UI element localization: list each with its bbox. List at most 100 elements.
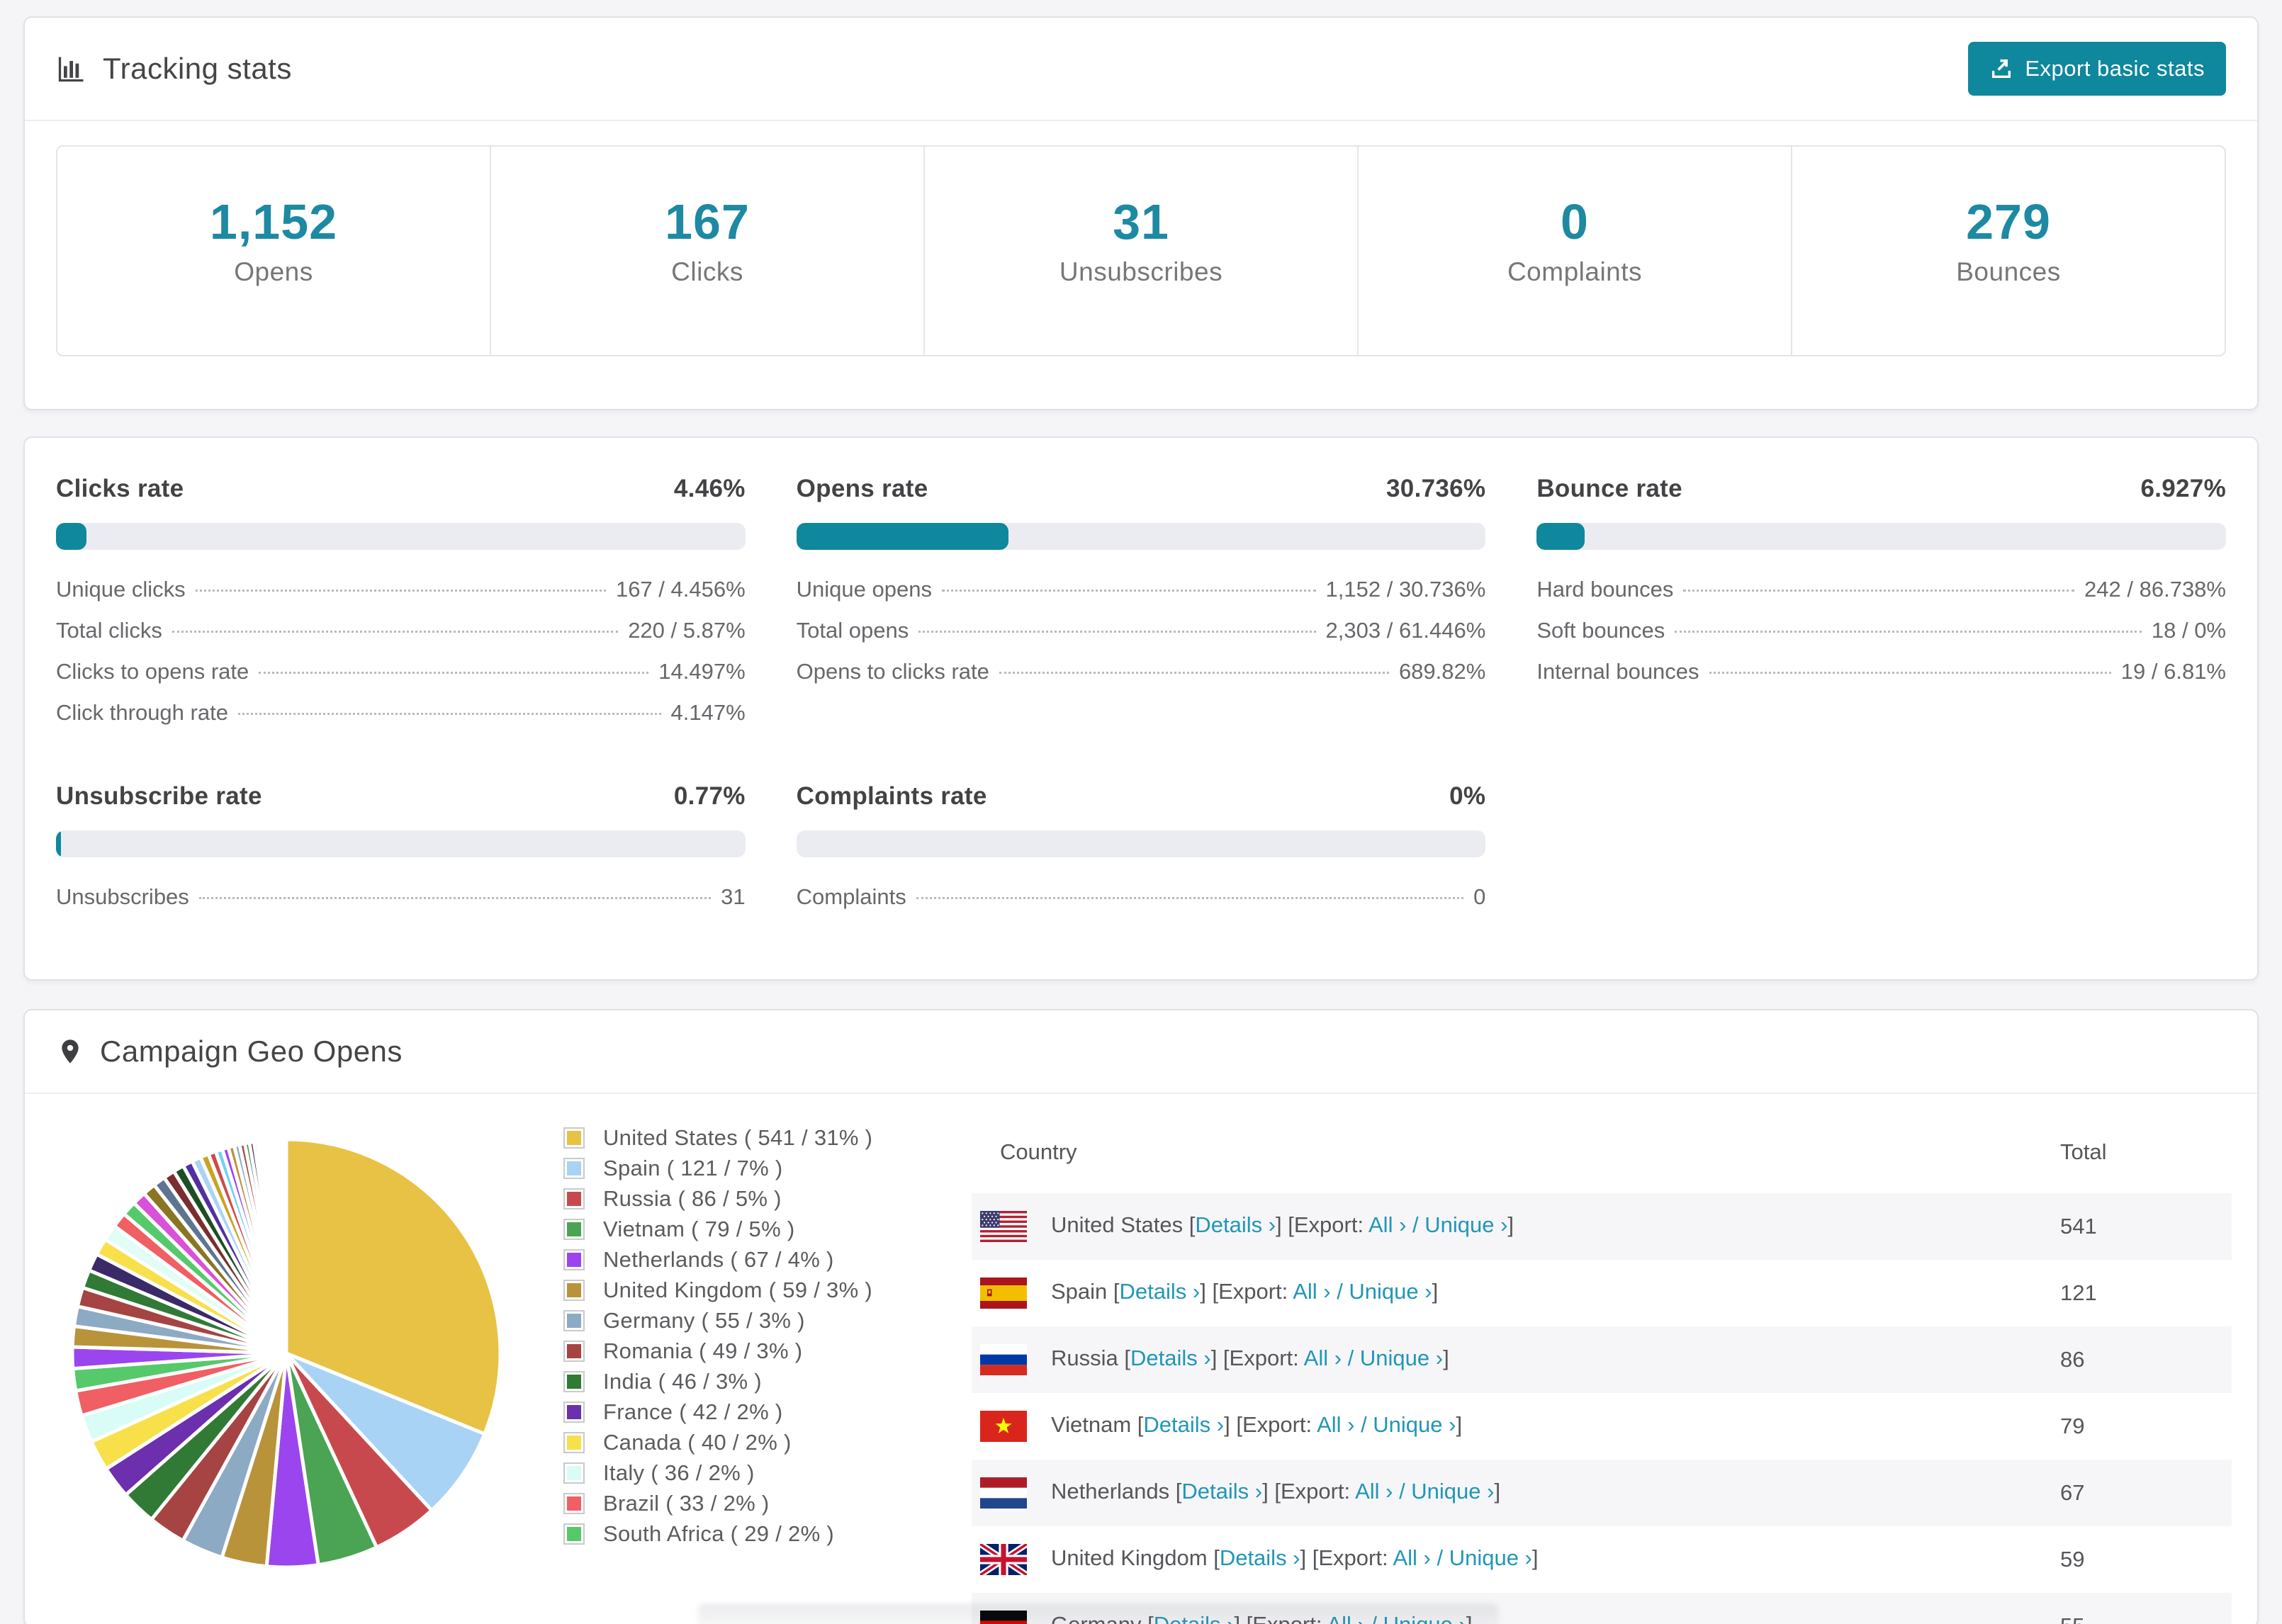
metric-row: Soft bounces 18 / 0% — [1536, 618, 2226, 643]
link-separator: / — [1406, 1212, 1425, 1238]
rate-value: 30.736% — [1386, 475, 1486, 502]
stat-label: Clicks — [671, 257, 743, 286]
export-unique-link[interactable]: Unique › — [1424, 1212, 1507, 1237]
metric-row: Unsubscribes 31 — [56, 884, 746, 909]
details-link[interactable]: Details › — [1181, 1479, 1262, 1504]
bracket: ] — [1531, 1545, 1539, 1571]
rate-section-unsubscribe-rate: Unsubscribe rate 0.77% Unsubscribes 31 — [56, 782, 746, 925]
bracket: ] — [1443, 1346, 1449, 1371]
export-all-link[interactable]: All › — [1304, 1346, 1342, 1370]
progress-bar — [1536, 523, 2226, 550]
link-separator: / — [1430, 1545, 1449, 1571]
export-all-link[interactable]: All › — [1393, 1545, 1430, 1570]
link-separator: / — [1342, 1346, 1360, 1371]
dotted-leader — [1675, 631, 2142, 633]
tracking-stats-title: Tracking stats — [103, 52, 292, 85]
legend-item-india[interactable]: India ( 46 / 3% ) — [563, 1366, 932, 1397]
legend-item-vietnam[interactable]: Vietnam ( 79 / 5% ) — [563, 1214, 932, 1244]
dotted-leader — [941, 590, 1316, 592]
rate-title: Unsubscribe rate — [56, 782, 262, 810]
legend-item-germany[interactable]: Germany ( 55 / 3% ) — [563, 1305, 932, 1336]
legend-item-south-africa[interactable]: South Africa ( 29 / 2% ) — [563, 1518, 932, 1549]
dotted-leader — [999, 672, 1389, 674]
export-prefix: ] [Export: — [1276, 1212, 1368, 1238]
export-unique-link[interactable]: Unique › — [1360, 1346, 1443, 1370]
dotted-leader — [1683, 590, 2075, 592]
legend-item-spain[interactable]: Spain ( 121 / 7% ) — [563, 1153, 932, 1183]
metric-row: Click through rate 4.147% — [56, 700, 746, 725]
dotted-leader — [918, 631, 1316, 633]
flag-us-icon — [980, 1211, 1027, 1242]
legend-label: France ( 42 / 2% ) — [603, 1399, 783, 1424]
bracket: [ — [1113, 1279, 1120, 1304]
geo-table-header-total: Total — [2060, 1139, 2107, 1164]
geo-table: Country Total United States [Details ›] … — [972, 1114, 2232, 1624]
details-link[interactable]: Details › — [1143, 1412, 1224, 1437]
link-separator: / — [1393, 1479, 1412, 1504]
export-all-link[interactable]: All › — [1355, 1479, 1393, 1504]
rates-grid: Clicks rate 4.46% Unique clicks 167 / 4.456… — [56, 475, 2226, 925]
export-icon — [1992, 59, 2011, 79]
legend-item-united-states[interactable]: United States ( 541 / 31% ) — [563, 1122, 932, 1153]
legend-item-canada[interactable]: Canada ( 40 / 2% ) — [563, 1427, 932, 1457]
legend-label: Romania ( 49 / 3% ) — [603, 1338, 803, 1363]
export-unique-link[interactable]: Unique › — [1373, 1412, 1456, 1437]
legend-item-romania[interactable]: Romania ( 49 / 3% ) — [563, 1336, 932, 1366]
legend-label: Netherlands ( 67 / 4% ) — [603, 1246, 834, 1272]
metric-row: Total clicks 220 / 5.87% — [56, 618, 746, 643]
country-total: 55 — [2055, 1593, 2232, 1624]
legend-item-italy[interactable]: Italy ( 36 / 2% ) — [563, 1457, 932, 1488]
dotted-leader — [172, 631, 619, 633]
dotted-leader — [916, 897, 1464, 899]
bottom-shadow — [698, 1603, 1499, 1624]
export-basic-stats-label: Export basic stats — [2025, 56, 2205, 81]
legend-label: South Africa ( 29 / 2% ) — [603, 1521, 834, 1546]
legend-label: Canada ( 40 / 2% ) — [603, 1429, 792, 1455]
stats-row: 1,152 Opens 167 Clicks 31 Unsubscribes 0 Compla… — [56, 145, 2226, 356]
geo-row-netherlands: Netherlands [Details ›] [Export: All › /… — [972, 1460, 2232, 1526]
details-link[interactable]: Details › — [1195, 1212, 1276, 1237]
stat-label: Opens — [234, 257, 313, 286]
details-link[interactable]: Details › — [1120, 1279, 1201, 1304]
rate-value: 4.46% — [673, 475, 746, 502]
stat-label: Unsubscribes — [1059, 257, 1223, 286]
dotted-leader — [259, 672, 649, 674]
rates-panel: Clicks rate 4.46% Unique clicks 167 / 4.456… — [23, 436, 2259, 981]
legend-swatch — [563, 1370, 585, 1392]
export-unique-link[interactable]: Unique › — [1349, 1279, 1432, 1304]
export-all-link[interactable]: All › — [1368, 1212, 1406, 1237]
bracket: ] — [1456, 1412, 1463, 1438]
details-link[interactable]: Details › — [1130, 1346, 1211, 1370]
export-unique-link[interactable]: Unique › — [1411, 1479, 1494, 1504]
rate-value: 0% — [1449, 782, 1486, 810]
flag-vn-icon — [980, 1411, 1027, 1442]
legend-item-brazil[interactable]: Brazil ( 33 / 2% ) — [563, 1488, 932, 1518]
flag-ru-icon — [980, 1344, 1027, 1375]
details-link[interactable]: Details › — [1220, 1545, 1300, 1570]
stat-value: 279 — [1966, 194, 2051, 249]
export-all-link[interactable]: All › — [1293, 1279, 1330, 1304]
legend-item-netherlands[interactable]: Netherlands ( 67 / 4% ) — [563, 1244, 932, 1275]
rate-section-complaints-rate: Complaints rate 0% Complaints 0 — [796, 782, 1486, 925]
pie-legend: United States ( 541 / 31% ) Spain ( 121 /… — [563, 1122, 932, 1624]
export-basic-stats-button[interactable]: Export basic stats — [1968, 42, 2226, 96]
metric-row: Unique opens 1,152 / 30.736% — [796, 577, 1486, 602]
stat-unsubscribes: 31 Unsubscribes — [925, 147, 1359, 355]
legend-item-united-kingdom[interactable]: United Kingdom ( 59 / 3% ) — [563, 1275, 932, 1305]
export-unique-link[interactable]: Unique › — [1449, 1545, 1532, 1570]
geo-row-united-kingdom: United Kingdom [Details ›] [Export: All … — [972, 1526, 2232, 1593]
legend-swatch — [563, 1188, 585, 1209]
legend-swatch — [563, 1492, 585, 1514]
dotted-leader — [237, 713, 661, 715]
tracking-stats-panel: Tracking stats Export basic stats 1,152 O… — [23, 16, 2259, 410]
legend-item-france[interactable]: France ( 42 / 2% ) — [563, 1397, 932, 1427]
bracket: ] — [1432, 1279, 1439, 1304]
stat-clicks: 167 Clicks — [491, 147, 925, 355]
export-all-link[interactable]: All › — [1317, 1412, 1354, 1437]
rate-section-bounce-rate: Bounce rate 6.927% Hard bounces 242 / 86.73… — [1536, 475, 2226, 741]
legend-item-russia[interactable]: Russia ( 86 / 5% ) — [563, 1183, 932, 1214]
bracket: ] — [1494, 1479, 1501, 1504]
metric-row: Opens to clicks rate 689.82% — [796, 659, 1486, 684]
legend-label: Italy ( 36 / 2% ) — [603, 1460, 755, 1485]
stat-opens: 1,152 Opens — [57, 147, 491, 355]
